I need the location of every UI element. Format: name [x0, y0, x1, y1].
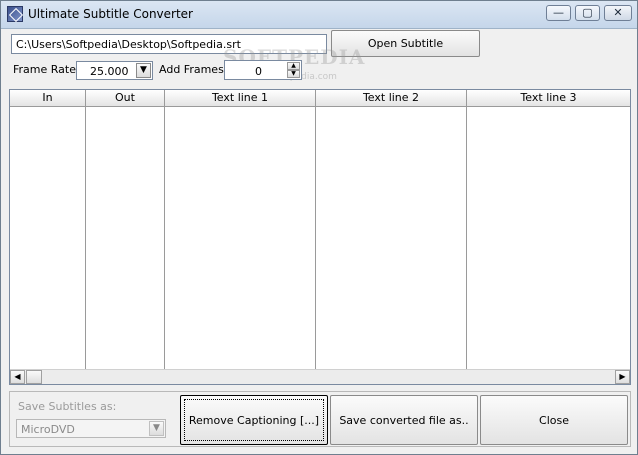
title-bar: Ultimate Subtitle Converter — ▢ ✕ — [1, 1, 637, 29]
frame-rate-value: 25.000 — [90, 65, 129, 78]
chevron-down-icon[interactable]: ▼ — [136, 63, 151, 78]
focus-rectangle — [184, 399, 324, 441]
column-divider — [466, 106, 467, 370]
column-divider — [85, 106, 86, 370]
column-header-text-line-2[interactable]: Text line 2 — [316, 90, 467, 106]
app-logo-icon — [7, 6, 23, 22]
column-header-text-line-3[interactable]: Text line 3 — [467, 90, 630, 106]
horizontal-scrollbar[interactable]: ◀ ▶ — [10, 369, 630, 384]
frame-rate-select[interactable]: 25.000 ▼ — [76, 61, 153, 80]
minimize-button[interactable]: — — [546, 5, 571, 21]
save-converted-button[interactable]: Save converted file as.. — [330, 395, 478, 445]
column-header-text-line-1[interactable]: Text line 1 — [165, 90, 316, 106]
add-frames-value: 0 — [255, 65, 262, 78]
scroll-thumb[interactable] — [26, 370, 42, 384]
window-title: Ultimate Subtitle Converter — [28, 7, 193, 21]
remove-captioning-button[interactable]: Remove Captioning [...] — [180, 395, 328, 445]
add-frames-label: Add Frames: — [159, 63, 228, 76]
grid-body — [10, 106, 630, 370]
scroll-left-icon[interactable]: ◀ — [10, 370, 25, 384]
grid-header: In Out Text line 1 Text line 2 Text line… — [10, 90, 630, 107]
add-frames-spinner[interactable]: 0 ▲ ▼ — [224, 60, 302, 80]
close-button[interactable]: Close — [480, 395, 628, 445]
subtitle-grid[interactable]: In Out Text line 1 Text line 2 Text line… — [9, 89, 631, 385]
column-divider — [164, 106, 165, 370]
close-window-button[interactable]: ✕ — [604, 5, 632, 21]
maximize-button[interactable]: ▢ — [575, 5, 600, 21]
spin-down-icon[interactable]: ▼ — [287, 70, 300, 78]
column-header-in[interactable]: In — [10, 90, 86, 106]
column-divider — [315, 106, 316, 370]
scroll-right-icon[interactable]: ▶ — [615, 370, 630, 384]
column-header-out[interactable]: Out — [86, 90, 165, 106]
subtitle-format-select[interactable]: MicroDVD ▼ — [16, 419, 166, 438]
subtitle-format-value: MicroDVD — [21, 423, 75, 436]
app-window: Ultimate Subtitle Converter — ▢ ✕ Open S… — [0, 0, 638, 455]
spin-up-icon[interactable]: ▲ — [287, 62, 300, 70]
frame-rate-label: Frame Rate: — [13, 63, 80, 76]
chevron-down-icon[interactable]: ▼ — [149, 421, 164, 436]
save-subtitles-label: Save Subtitles as: — [18, 400, 117, 413]
